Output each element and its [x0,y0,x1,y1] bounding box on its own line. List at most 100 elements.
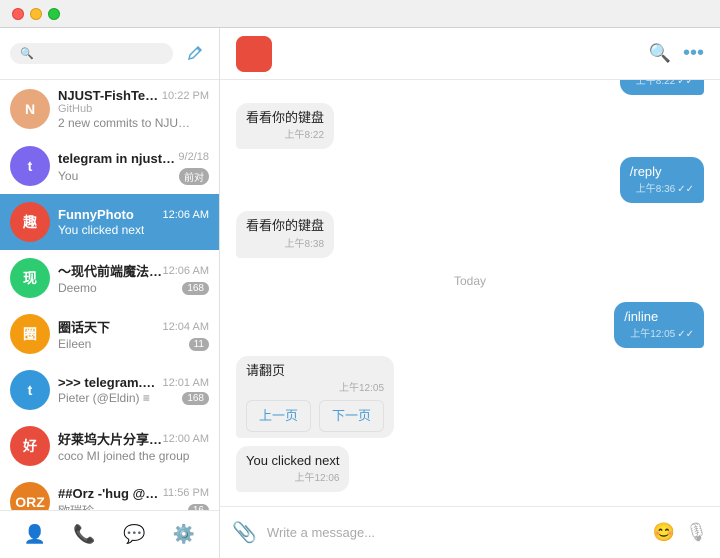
inline-button[interactable]: 下一页 [319,400,384,432]
chat-name: ##Orz -'hug @Maek... [58,486,163,501]
avatar: 圈 [10,314,50,354]
chat-preview: You clicked next [58,223,144,237]
message-text: /inline [624,308,694,326]
read-receipt: ✓✓ [677,328,694,342]
message-time: 上午8:22 [636,80,675,89]
chat-time: 12:06 AM [163,209,209,221]
message-row: You clicked next 上午12:06 [236,446,704,492]
read-receipt: ✓✓ [677,80,694,89]
message-text: You clicked next [246,452,339,470]
chat-preview: Deemo [58,281,97,295]
chat-name: 好莱坞大片分享交流 [58,429,163,448]
avatar: 趣 [10,202,50,242]
message-text: 看看你的键盘 [246,217,324,235]
input-area: 📎 😊 🎙 [220,506,720,558]
chat-name: FunnyPhoto [58,207,134,222]
avatar: ORZ [10,482,50,510]
message-time: 上午12:06 [294,472,339,486]
traffic-lights [12,8,60,20]
chat-item-guanhua[interactable]: 圈圈话天下 12:04 AM Eileen 11 [0,306,219,362]
contacts-icon[interactable]: 👤 [19,519,51,551]
search-icon: 🔍 [20,47,34,60]
messages-area: /echo hello aiotg下午7:45 ✓✓song yang/echo… [220,80,720,506]
inline-buttons: 上一页下一页 [246,400,384,432]
message-row: 看看你的键盘上午8:22 [236,103,704,149]
chat-header-actions: 🔍 ••• [649,42,704,65]
message-row: /reply上午8:22 ✓✓ [236,80,704,95]
message-bubble: 看看你的键盘上午8:22 [236,103,334,149]
chat-subname: GitHub [58,103,209,115]
calls-icon[interactable]: 📞 [69,519,101,551]
chat-item-funnyphoto[interactable]: 趣 FunnyPhoto 12:06 AM You clicked next [0,194,219,250]
chat-time: 12:00 AM [163,433,209,445]
chat-time: 12:04 AM [163,321,209,333]
message-bubble: /reply 上午8:36 ✓✓ [620,157,704,203]
chat-name: telegram in njust, 不... [58,148,178,167]
fullscreen-button[interactable] [48,8,60,20]
chat-name: >>> telegram.Bot() [58,375,163,390]
read-receipt: ✓✓ [677,183,694,197]
chat-panel: 🔍 ••• /echo hello aiotg下午7:45 ✓✓song yan… [220,28,720,558]
avatar: t [10,146,50,186]
message-bubble: 请翻页上午12:05 上一页下一页 [236,356,394,438]
sidebar: 🔍 NNJUST-FishTeam10:22 PMGitHub2 new com… [0,28,220,558]
chat-preview: Eileen [58,337,91,351]
search-box[interactable]: 🔍 [10,43,173,64]
message-row: /reply 上午8:36 ✓✓ [236,157,704,203]
chat-preview: 2 new commits to NJUST_... [58,116,198,130]
message-time: 上午8:38 [285,238,324,252]
unread-badge: 前对 [179,168,209,185]
chat-item-orz[interactable]: ORZ##Orz -'hug @Maek...11:56 PM欧瑞珍16 [0,474,219,510]
message-time: 上午12:05 [339,382,384,396]
chat-item-xiandai[interactable]: 现～现代前端魔法部～12:06 AMDeemo168 [0,250,219,306]
inline-button[interactable]: 上一页 [246,400,311,432]
message-bubble: /inline 上午12:05 ✓✓ [614,302,704,348]
chat-time: 10:22 PM [162,90,209,102]
mic-icon[interactable]: 🎙 [685,522,708,543]
message-time: 上午8:36 [636,183,675,197]
chat-item-movie[interactable]: 好好莱坞大片分享交流12:00 AM coco MI joined the gro… [0,418,219,474]
avatar: 好 [10,426,50,466]
emoji-icon[interactable]: 😊 [653,522,675,543]
avatar: 现 [10,258,50,298]
chat-preview: Pieter (@Eldin) ≡ [58,391,150,405]
minimize-button[interactable] [30,8,42,20]
chat-preview: You [58,169,78,183]
sidebar-footer: 👤 📞 💬 ⚙️ [0,510,219,558]
chat-name: NJUST-FishTeam [58,88,162,103]
chat-item-telegram-njust[interactable]: t telegram in njust, 不...9/2/18 You 前对 [0,138,219,194]
sidebar-header: 🔍 [0,28,219,80]
message-row: 请翻页上午12:05 上一页下一页 [236,356,704,438]
more-options-icon[interactable]: ••• [683,42,704,65]
chat-time: 9/2/18 [178,151,209,163]
chat-item-telegrambot[interactable]: t>>> telegram.Bot()12:01 AMPieter (@Eldi… [0,362,219,418]
compose-button[interactable] [181,40,209,68]
search-chat-icon[interactable]: 🔍 [649,43,671,64]
message-bubble: /reply上午8:22 ✓✓ [620,80,704,95]
chat-item-njust[interactable]: NNJUST-FishTeam10:22 PMGitHub2 new commi… [0,80,219,138]
message-time: 上午12:05 [630,328,675,342]
message-text: 请翻页 [246,362,384,380]
chat-header-avatar [236,36,272,72]
message-bubble: 看看你的键盘上午8:38 [236,211,334,257]
chat-time: 12:01 AM [163,377,209,389]
title-bar [0,0,720,28]
chats-icon[interactable]: 💬 [118,519,150,551]
message-text: 看看你的键盘 [246,109,324,127]
message-bubble: You clicked next 上午12:06 [236,446,349,492]
settings-icon[interactable]: ⚙️ [168,519,200,551]
chat-preview: coco MI joined the group [58,449,189,463]
date-divider: Today [236,274,704,288]
close-button[interactable] [12,8,24,20]
chat-name: ～现代前端魔法部～ [58,261,163,280]
message-input[interactable] [267,517,643,549]
unread-badge: 168 [182,392,209,405]
chat-time: 12:06 AM [163,265,209,277]
chat-name: 圈话天下 [58,317,110,336]
chat-header: 🔍 ••• [220,28,720,80]
unread-badge: 11 [189,338,209,351]
attach-icon[interactable]: 📎 [232,520,257,545]
chat-preview: 欧瑞珍 [58,502,94,511]
app-body: 🔍 NNJUST-FishTeam10:22 PMGitHub2 new com… [0,28,720,558]
message-text: /reply [630,163,694,181]
